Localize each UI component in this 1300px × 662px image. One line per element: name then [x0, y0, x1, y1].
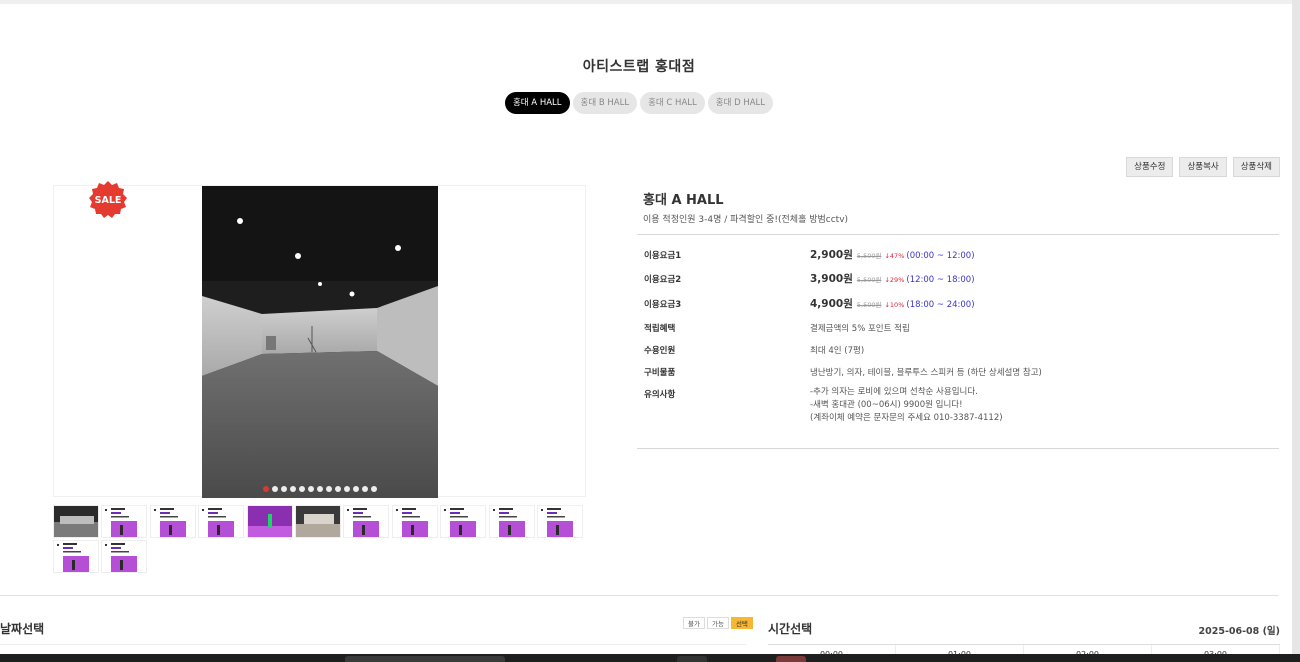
fee1-time: (00:00 ~ 12:00): [906, 251, 975, 261]
divider: [637, 234, 1279, 235]
slide-dot[interactable]: [281, 486, 287, 492]
thumbnail-strip: [53, 505, 588, 575]
fee2-original: 5,500원: [856, 276, 882, 284]
thumbnail[interactable]: [53, 540, 99, 573]
fee3-original: 5,500원: [856, 301, 882, 309]
taskbar-search[interactable]: [345, 656, 505, 662]
tab-hall-b[interactable]: 홍대 B HALL: [572, 92, 638, 114]
notes-line-3: (계좌이체 예약은 문자문의 주세요 010-3387-4112): [810, 413, 1003, 423]
date-legend: 불가 가능 선택: [683, 617, 753, 629]
fee3-price: 4,900원: [810, 298, 853, 310]
fee2-discount: ↓29%: [884, 276, 905, 284]
thumbnail[interactable]: [343, 505, 390, 538]
edit-product-button[interactable]: 상품수정: [1126, 157, 1174, 177]
thumbnail[interactable]: [440, 505, 487, 538]
fee1-price: 2,900원: [810, 249, 853, 261]
hall-tabs: 홍대 A HALL 홍대 B HALL 홍대 C HALL 홍대 D HALL: [0, 92, 1278, 114]
slide-dot[interactable]: [335, 486, 341, 492]
points-label: 적립혜택: [644, 324, 676, 334]
thumbnail[interactable]: [198, 505, 245, 538]
divider: [637, 448, 1279, 449]
thumbnail[interactable]: [101, 540, 148, 573]
main-photo[interactable]: [202, 186, 438, 498]
fee1-value: 2,900원 5,500원 ↓47% (00:00 ~ 12:00): [810, 247, 975, 262]
fee2-price: 3,900원: [810, 273, 853, 285]
photo-gallery: SALE: [53, 181, 586, 498]
tab-hall-d[interactable]: 홍대 D HALL: [707, 92, 774, 114]
copy-product-button[interactable]: 상품복사: [1179, 157, 1227, 177]
taskbar: [0, 654, 1300, 662]
date-select-title: 날짜선택: [0, 622, 45, 636]
taskbar-app[interactable]: [677, 656, 707, 662]
time-select-title: 시간선택: [768, 622, 813, 636]
product-page: 아티스트랩 홍대점 홍대 A HALL 홍대 B HALL 홍대 C HALL …: [0, 4, 1292, 659]
selected-date: 2025-06-08 (일): [1198, 626, 1281, 637]
slide-dot[interactable]: [326, 486, 332, 492]
slide-dot[interactable]: [308, 486, 314, 492]
amenities-value: 냉난방기, 의자, 테이블, 블루투스 스피커 등 (하단 상세설명 참고): [810, 368, 1042, 378]
calendar-top: [0, 644, 746, 645]
legend-selected: 선택: [730, 617, 753, 629]
fee1-discount: ↓47%: [884, 252, 905, 260]
sale-badge-text: SALE: [95, 195, 122, 206]
fee3-value: 4,900원 5,500원 ↓10% (18:00 ~ 24:00): [810, 296, 975, 311]
slide-dot[interactable]: [299, 486, 305, 492]
amenities-label: 구비물품: [644, 368, 676, 378]
notes-line-2: -새벽 홍대관 (00~06시) 9900원 입니다!: [810, 400, 963, 410]
thumbnail[interactable]: [536, 505, 583, 538]
product-subtitle: 이용 적정인원 3-4명 / 파격할인 중!(전체홀 방범cctv): [643, 215, 849, 225]
points-value: 결제금액의 5% 포인트 적립: [810, 324, 910, 334]
taskbar-app[interactable]: [776, 656, 806, 662]
fee2-label: 이용요금2: [644, 275, 682, 285]
notes-label: 유의사항: [644, 390, 676, 400]
thumbnail[interactable]: [53, 505, 99, 538]
slide-dot[interactable]: [290, 486, 296, 492]
sale-badge: SALE: [88, 180, 128, 220]
slide-indicator: [202, 486, 438, 492]
tab-hall-a[interactable]: 홍대 A HALL: [504, 92, 570, 114]
slide-dot[interactable]: [362, 486, 368, 492]
page-scrollbar[interactable]: [1292, 0, 1300, 662]
fee2-value: 3,900원 5,500원 ↓29% (12:00 ~ 18:00): [810, 271, 975, 286]
fee3-discount: ↓10%: [884, 301, 905, 309]
slide-dot[interactable]: [344, 486, 350, 492]
fee3-label: 이용요금3: [644, 300, 682, 310]
slide-dot[interactable]: [371, 486, 377, 492]
fee2-time: (12:00 ~ 18:00): [906, 275, 975, 285]
notes-value: -추가 의자는 로비에 있으며 선착순 사용입니다. -새벽 홍대관 (00~0…: [810, 386, 1003, 425]
thumbnail[interactable]: [391, 505, 438, 538]
slide-dot[interactable]: [263, 486, 269, 492]
legend-available: 가능: [706, 617, 729, 629]
fee3-time: (18:00 ~ 24:00): [906, 300, 975, 310]
slide-dot[interactable]: [272, 486, 278, 492]
delete-product-button[interactable]: 상품삭제: [1232, 157, 1280, 177]
admin-toolbar: 상품수정 상품복사 상품삭제: [1126, 157, 1280, 177]
thumbnail[interactable]: [294, 505, 341, 538]
thumbnail[interactable]: [488, 505, 535, 538]
legend-unavailable: 불가: [683, 617, 705, 629]
section-divider: [0, 595, 1278, 596]
tab-hall-c[interactable]: 홍대 C HALL: [640, 92, 705, 114]
slide-dot[interactable]: [353, 486, 359, 492]
product-name: 홍대 A HALL: [643, 193, 724, 208]
fee1-original: 5,500원: [856, 252, 882, 260]
thumbnail[interactable]: [101, 505, 148, 538]
capacity-label: 수용인원: [644, 346, 676, 356]
slide-dot[interactable]: [317, 486, 323, 492]
fee1-label: 이용요금1: [644, 251, 682, 261]
capacity-value: 최대 4인 (7평): [810, 346, 865, 356]
notes-line-1: -추가 의자는 로비에 있으며 선착순 사용입니다.: [810, 387, 978, 397]
thumbnail[interactable]: [149, 505, 196, 538]
store-title: 아티스트랩 홍대점: [582, 59, 696, 75]
thumbnail[interactable]: [246, 505, 293, 538]
